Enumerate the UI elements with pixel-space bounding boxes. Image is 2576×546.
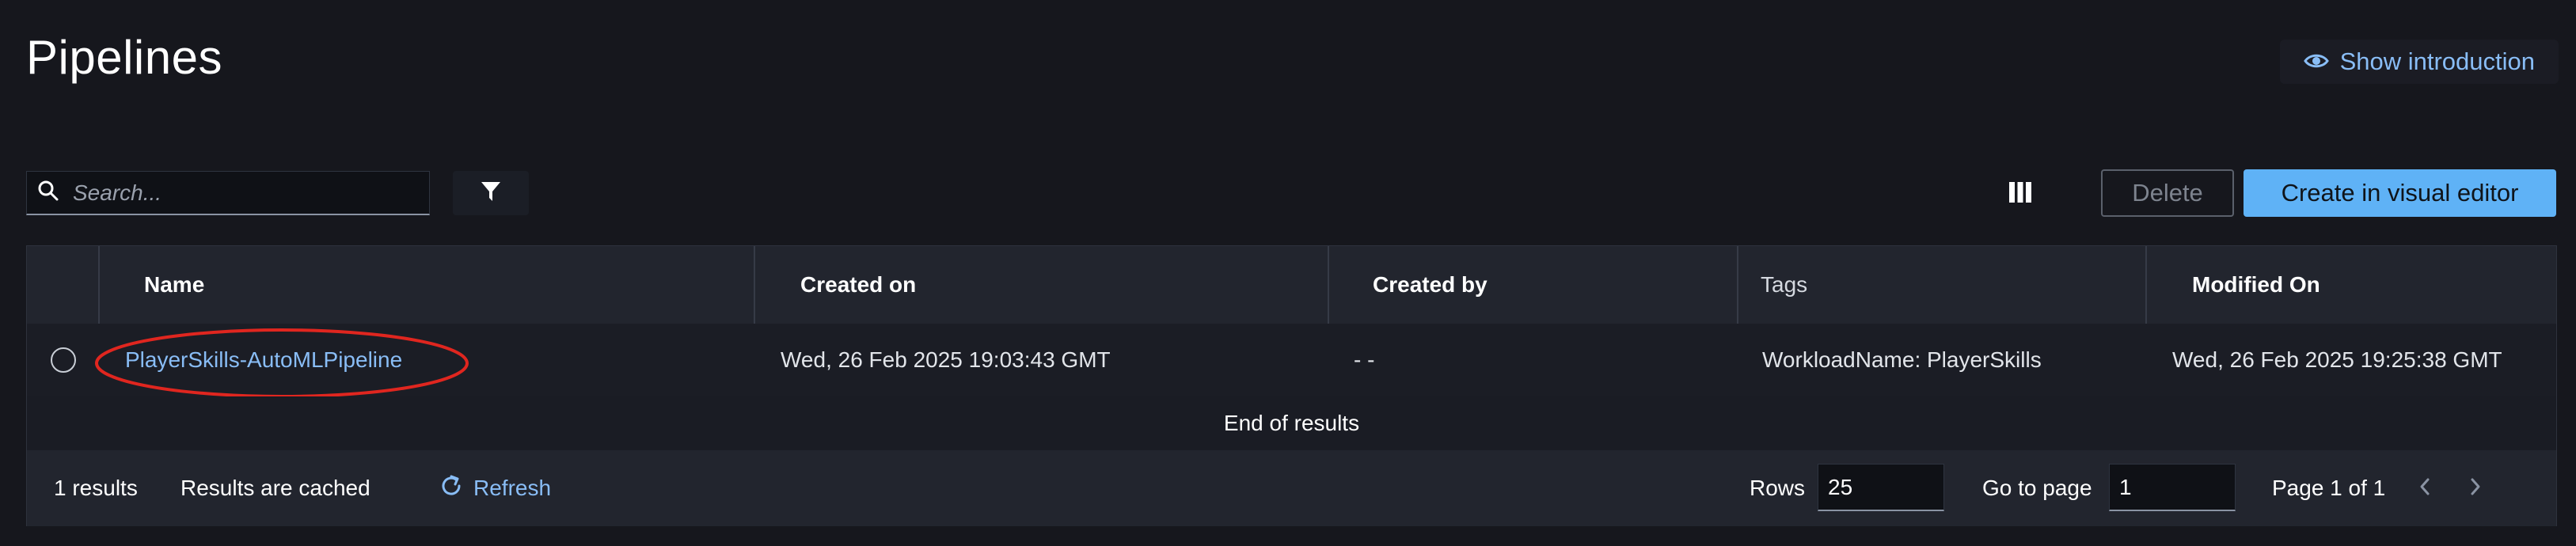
table-row: PlayerSkills-AutoMLPipeline Wed, 26 Feb …: [27, 324, 2556, 397]
next-page-button[interactable]: [2468, 450, 2483, 526]
search-input[interactable]: [71, 179, 407, 207]
created-by-cell: - -: [1354, 347, 1375, 372]
column-settings-button[interactable]: [2003, 179, 2038, 209]
pipelines-page: Pipelines Show introduction Search... De…: [0, 0, 2576, 546]
show-introduction-label: Show introduction: [2339, 47, 2535, 75]
chevron-left-icon: [2418, 476, 2432, 501]
eye-icon: [2303, 47, 2329, 76]
pipelines-table: Name Created on Created by Tags Modified…: [26, 245, 2557, 526]
column-header-modified-on[interactable]: Modified On: [2192, 246, 2320, 324]
tags-cell: WorkloadName: PlayerSkills: [1762, 347, 2042, 372]
go-to-page-input[interactable]: [2109, 464, 2236, 511]
page-info: Page 1 of 1: [2272, 476, 2386, 500]
created-on-cell: Wed, 26 Feb 2025 19:03:43 GMT: [781, 347, 1111, 372]
search-icon: [38, 180, 59, 205]
delete-button[interactable]: Delete: [2101, 169, 2234, 217]
modified-on-cell: Wed, 26 Feb 2025 19:25:38 GMT: [2172, 347, 2502, 372]
refresh-icon: [439, 473, 464, 504]
show-introduction-button[interactable]: Show introduction: [2279, 40, 2559, 84]
go-to-page-label: Go to page: [1982, 476, 2092, 500]
rows-label: Rows: [1750, 476, 1806, 500]
refresh-button[interactable]: Refresh: [439, 450, 551, 526]
row-select-radio[interactable]: [51, 347, 76, 373]
create-in-visual-editor-button[interactable]: Create in visual editor: [2244, 169, 2556, 217]
search-field[interactable]: [26, 171, 430, 215]
column-header-tags: Tags: [1761, 272, 1808, 297]
column-header-created-on[interactable]: Created on: [800, 246, 916, 324]
column-header-name[interactable]: Name: [144, 246, 204, 324]
cache-status: Results are cached: [180, 476, 370, 500]
column-header-created-by[interactable]: Created by: [1373, 246, 1487, 324]
filter-icon: [481, 180, 501, 207]
filter-button[interactable]: [453, 171, 529, 215]
page-title: Pipelines: [26, 31, 222, 84]
columns-icon: [2008, 181, 2032, 207]
table-header: Name Created on Created by Tags Modified…: [27, 246, 2556, 324]
previous-page-button[interactable]: [2418, 450, 2432, 526]
table-footer: 1 results Results are cached Refresh Row…: [27, 450, 2556, 526]
results-count: 1 results: [54, 476, 138, 500]
chevron-right-icon: [2468, 476, 2483, 501]
refresh-label: Refresh: [473, 476, 552, 500]
pipeline-name-link[interactable]: PlayerSkills-AutoMLPipeline: [125, 324, 402, 396]
end-of-results: End of results: [27, 396, 2556, 451]
rows-per-page-input[interactable]: [1818, 464, 1944, 511]
